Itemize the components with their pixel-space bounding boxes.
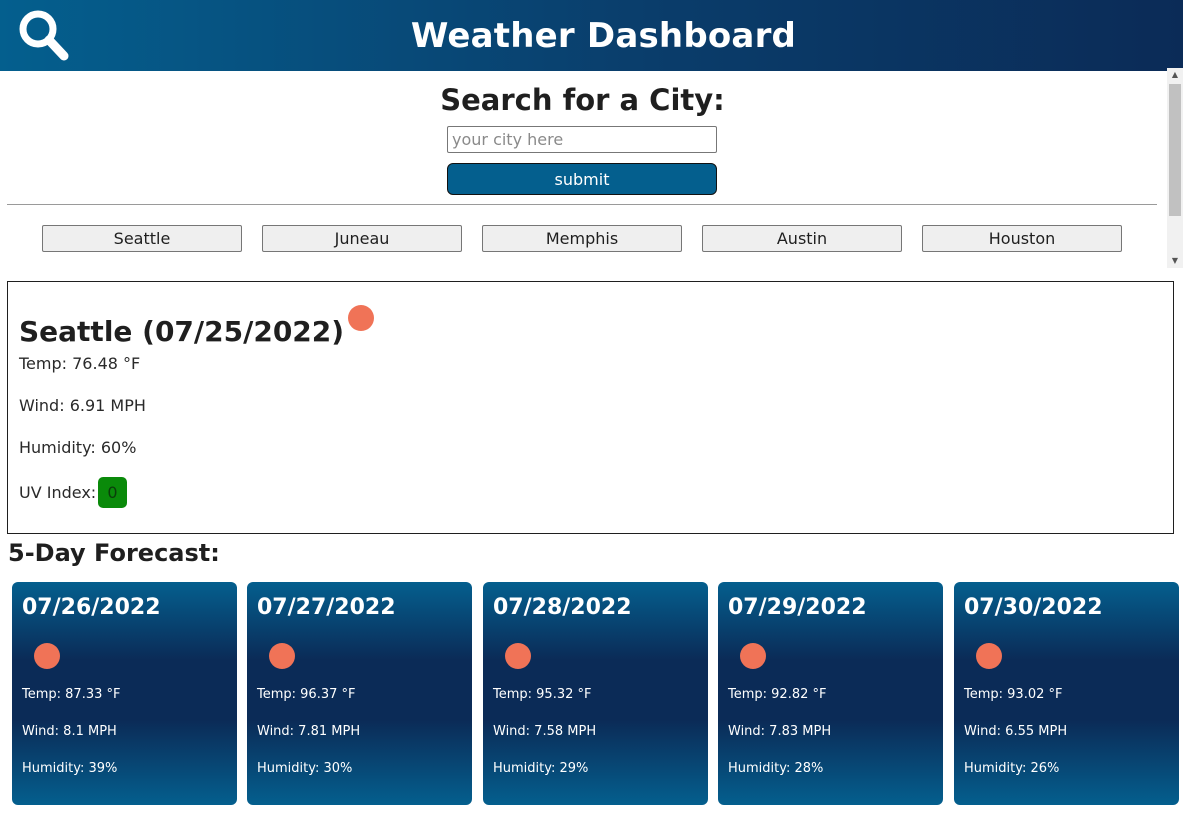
forecast-wind: Wind: 6.55 MPH <box>964 724 1068 739</box>
scroll-down-arrow-icon[interactable]: ▼ <box>1167 254 1183 268</box>
forecast-temp: Temp: 95.32 °F <box>493 687 592 702</box>
history-button-seattle[interactable]: Seattle <box>42 225 242 252</box>
forecast-card: 07/28/2022 Temp: 95.32 °F Wind: 7.58 MPH… <box>483 582 708 805</box>
history-button-austin[interactable]: Austin <box>702 225 902 252</box>
sun-icon <box>740 643 766 669</box>
forecast-wind: Wind: 7.83 MPH <box>728 724 832 739</box>
current-city-date: Seattle (07/25/2022) <box>19 315 345 348</box>
forecast-date: 07/26/2022 <box>22 595 161 620</box>
magnifier-icon <box>19 10 69 61</box>
history-button-memphis[interactable]: Memphis <box>482 225 682 252</box>
forecast-title: 5-Day Forecast: <box>8 539 220 567</box>
forecast-wind: Wind: 7.58 MPH <box>493 724 597 739</box>
uv-index-label: UV Index: <box>19 483 97 502</box>
forecast-wind: Wind: 8.1 MPH <box>22 724 117 739</box>
forecast-card: 07/29/2022 Temp: 92.82 °F Wind: 7.83 MPH… <box>718 582 943 805</box>
forecast-card: 07/27/2022 Temp: 96.37 °F Wind: 7.81 MPH… <box>247 582 472 805</box>
uv-index-badge: 0 <box>98 477 127 508</box>
scroll-up-arrow-icon[interactable]: ▲ <box>1167 68 1183 82</box>
current-weather-panel: Seattle (07/25/2022) Temp: 76.48 °F Wind… <box>7 281 1174 534</box>
forecast-date: 07/29/2022 <box>728 595 867 620</box>
forecast-humidity: Humidity: 28% <box>728 761 824 776</box>
sun-icon <box>348 305 374 331</box>
forecast-humidity: Humidity: 26% <box>964 761 1060 776</box>
forecast-humidity: Humidity: 39% <box>22 761 118 776</box>
forecast-row: 07/26/2022 Temp: 87.33 °F Wind: 8.1 MPH … <box>0 582 1183 805</box>
search-panel-scrollbar[interactable]: ▲ ▼ <box>1167 68 1183 268</box>
divider <box>7 204 1157 205</box>
forecast-card: 07/26/2022 Temp: 87.33 °F Wind: 8.1 MPH … <box>12 582 237 805</box>
forecast-temp: Temp: 96.37 °F <box>257 687 356 702</box>
search-panel: Search for a City: submit Seattle Juneau… <box>0 71 1167 268</box>
current-temp: Temp: 76.48 °F <box>19 354 141 373</box>
sun-icon <box>269 643 295 669</box>
history-button-houston[interactable]: Houston <box>922 225 1122 252</box>
current-wind: Wind: 6.91 MPH <box>19 396 146 415</box>
scrollbar-thumb[interactable] <box>1169 84 1181 216</box>
submit-button[interactable]: submit <box>447 163 717 195</box>
forecast-humidity: Humidity: 30% <box>257 761 353 776</box>
sun-icon <box>505 643 531 669</box>
sun-icon <box>976 643 1002 669</box>
forecast-temp: Temp: 92.82 °F <box>728 687 827 702</box>
forecast-date: 07/28/2022 <box>493 595 632 620</box>
forecast-card: 07/30/2022 Temp: 93.02 °F Wind: 6.55 MPH… <box>954 582 1179 805</box>
forecast-temp: Temp: 93.02 °F <box>964 687 1063 702</box>
forecast-date: 07/27/2022 <box>257 595 396 620</box>
search-history: Seattle Juneau Memphis Austin Houston <box>0 225 1167 253</box>
page-title: Weather Dashboard <box>410 15 797 56</box>
city-search-input[interactable] <box>447 126 717 153</box>
sun-icon <box>34 643 60 669</box>
app-header: Weather Dashboard <box>0 0 1183 71</box>
forecast-date: 07/30/2022 <box>964 595 1103 620</box>
history-button-juneau[interactable]: Juneau <box>262 225 462 252</box>
search-title: Search for a City: <box>440 83 725 117</box>
forecast-temp: Temp: 87.33 °F <box>22 687 121 702</box>
current-humidity: Humidity: 60% <box>19 438 137 457</box>
forecast-wind: Wind: 7.81 MPH <box>257 724 361 739</box>
forecast-humidity: Humidity: 29% <box>493 761 589 776</box>
